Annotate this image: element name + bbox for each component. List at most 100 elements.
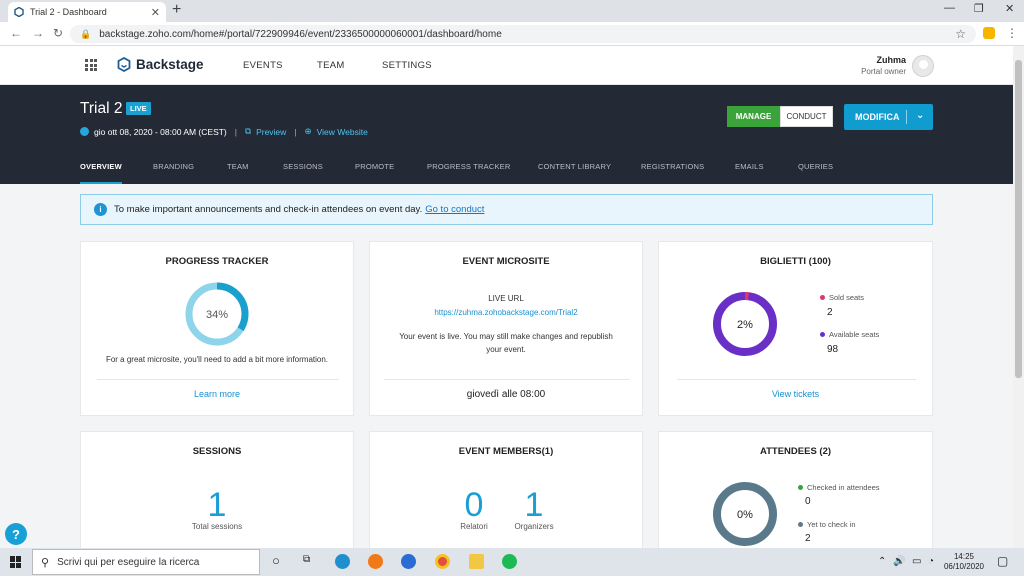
event-tabs: OVERVIEW BRANDING TEAM SESSIONS PROMOTE … [0,162,1013,184]
backstage-favicon-icon [14,7,24,17]
yet-to-check-in-label: Yet to check in [807,520,856,529]
battery-icon[interactable]: ▭ [912,556,921,567]
members-title: EVENT MEMBERS(1) [458,446,554,457]
tab-sessions[interactable]: SESSIONS [283,162,323,184]
event-microsite-card: EVENT MICROSITE LIVE URL https://zuhma.z… [369,241,643,416]
available-seats-label: Available seats [829,330,880,339]
conduct-button[interactable]: CONDUCT [780,106,833,127]
url-field[interactable]: 🔒 backstage.zoho.com/home#/portal/722909… [70,25,976,43]
yet-dot-icon [798,522,803,527]
user-role: Portal owner [861,67,906,76]
logo-text: Backstage [136,57,204,72]
chevron-down-icon[interactable]: ⌄ [916,110,924,121]
preview-link[interactable]: Preview [256,127,286,137]
tickets-percent: 2% [737,319,753,331]
tab-content-library[interactable]: CONTENT LIBRARY [538,162,611,184]
scrollbar-thumb[interactable] [1015,60,1022,378]
app-grid-icon[interactable] [85,59,97,71]
browser-tab-bar: Trial 2 - Dashboard ✕ + — ❐ ✕ [0,0,1024,22]
nav-events[interactable]: EVENTS [243,60,283,71]
tray-chevron-icon[interactable]: ⌃ [878,556,886,567]
sold-seats-value: 2 [827,307,833,318]
yet-to-check-in-legend: Yet to check in [798,520,856,529]
browser-tab[interactable]: Trial 2 - Dashboard ✕ [8,2,166,22]
tab-close-icon[interactable]: ✕ [151,6,160,19]
info-icon: i [94,203,107,216]
preview-icon: ⧉ [244,126,252,136]
attendees-title: ATTENDEES (2) [759,446,832,457]
microsite-message-1: Your event is live. You may still make c… [399,332,613,341]
avatar[interactable] [912,55,934,77]
window-minimize-button[interactable]: — [944,2,955,14]
user-info[interactable]: Zuhma Portal owner [858,55,906,76]
extension-icon[interactable] [983,27,995,39]
file-explorer-icon[interactable] [469,554,484,569]
organizers-label: Organizers [514,522,554,531]
nav-settings[interactable]: SETTINGS [382,60,432,71]
user-name: Zuhma [876,55,906,65]
wifi-icon[interactable]: ◔ [928,556,934,567]
tab-emails[interactable]: EMAILS [735,162,764,184]
tab-branding[interactable]: BRANDING [153,162,194,184]
attendees-percent: 0% [737,509,753,521]
microsite-url-link[interactable]: https://zuhma.zohobackstage.com/Trial2 [370,308,642,317]
available-seats-legend: Available seats [820,330,879,339]
help-button[interactable]: ? [5,523,27,545]
calendar-icon [80,127,89,136]
cortana-icon[interactable]: ○ [272,553,280,568]
tab-overview[interactable]: OVERVIEW [80,162,122,184]
back-arrow-icon[interactable]: ← [10,26,22,40]
window-maximize-button[interactable]: ❐ [974,2,984,15]
relatori-count: 0 [464,486,484,524]
nav-team[interactable]: TEAM [317,60,345,71]
new-tab-button[interactable]: + [172,1,181,19]
tab-promote[interactable]: PROMOTE [355,162,394,184]
tab-registrations[interactable]: REGISTRATIONS [641,162,704,184]
modifica-button[interactable]: MODIFICA ⌄ [844,104,933,130]
view-website-link[interactable]: View Website [317,127,368,137]
checked-dot-icon [798,485,803,490]
attendees-ring: 0% [713,482,777,546]
spotify-icon[interactable] [502,554,517,569]
event-title: Trial 2 [80,100,123,117]
reload-icon[interactable]: ↻ [53,26,63,40]
tab-queries[interactable]: QUERIES [798,162,833,184]
app-icon[interactable] [401,554,416,569]
window-close-button[interactable]: ✕ [1005,2,1014,15]
sessions-card: SESSIONS 1 Total sessions [80,431,354,561]
backstage-logo[interactable]: Backstage [117,57,204,72]
forward-arrow-icon[interactable]: → [32,26,44,40]
notification-icon[interactable]: ▢ [997,554,1008,568]
go-to-conduct-link[interactable]: Go to conduct [425,204,484,215]
browser-menu-icon[interactable]: ⋮ [1006,26,1018,40]
task-view-icon[interactable]: ⧉ [303,554,310,565]
view-tickets-link[interactable]: View tickets [659,389,932,399]
tab-progress-tracker[interactable]: PROGRESS TRACKER [427,162,511,184]
app-header: Backstage EVENTS TEAM SETTINGS Zuhma Por… [0,46,1013,85]
taskbar-time: 14:25 [953,552,975,561]
progress-ring: 34% [185,282,249,346]
backstage-logo-icon [117,57,131,72]
sold-seats-legend: Sold seats [820,293,864,302]
announcement-banner: i To make important announcements and ch… [80,194,933,225]
taskbar-search-input[interactable]: ⚲ Scrivi qui per eseguire la ricerca [32,549,260,575]
sessions-title: SESSIONS [192,446,242,457]
chrome-icon[interactable] [435,554,450,569]
volume-icon[interactable]: 🔊 [893,556,905,567]
tab-team[interactable]: TEAM [227,162,249,184]
tickets-title: BIGLIETTI (100) [760,256,831,267]
taskbar-search-placeholder: Scrivi qui per eseguire la ricerca [57,556,200,568]
progress-percent: 34% [206,309,228,321]
microsite-message-2: your event. [486,345,526,354]
sold-dot-icon [820,295,825,300]
sold-seats-label: Sold seats [829,293,865,302]
firefox-icon[interactable] [368,554,383,569]
edge-icon[interactable] [335,554,350,569]
learn-more-link[interactable]: Learn more [81,389,353,399]
manage-button[interactable]: MANAGE [727,106,780,127]
bookmark-star-icon[interactable]: ☆ [955,27,966,41]
available-seats-value: 98 [827,344,839,355]
taskbar-clock[interactable]: 14:25 06/10/2020 [940,552,988,572]
windows-start-icon[interactable] [10,556,22,568]
event-members-card: EVENT MEMBERS(1) 0 Relatori 1 Organizers [369,431,643,561]
